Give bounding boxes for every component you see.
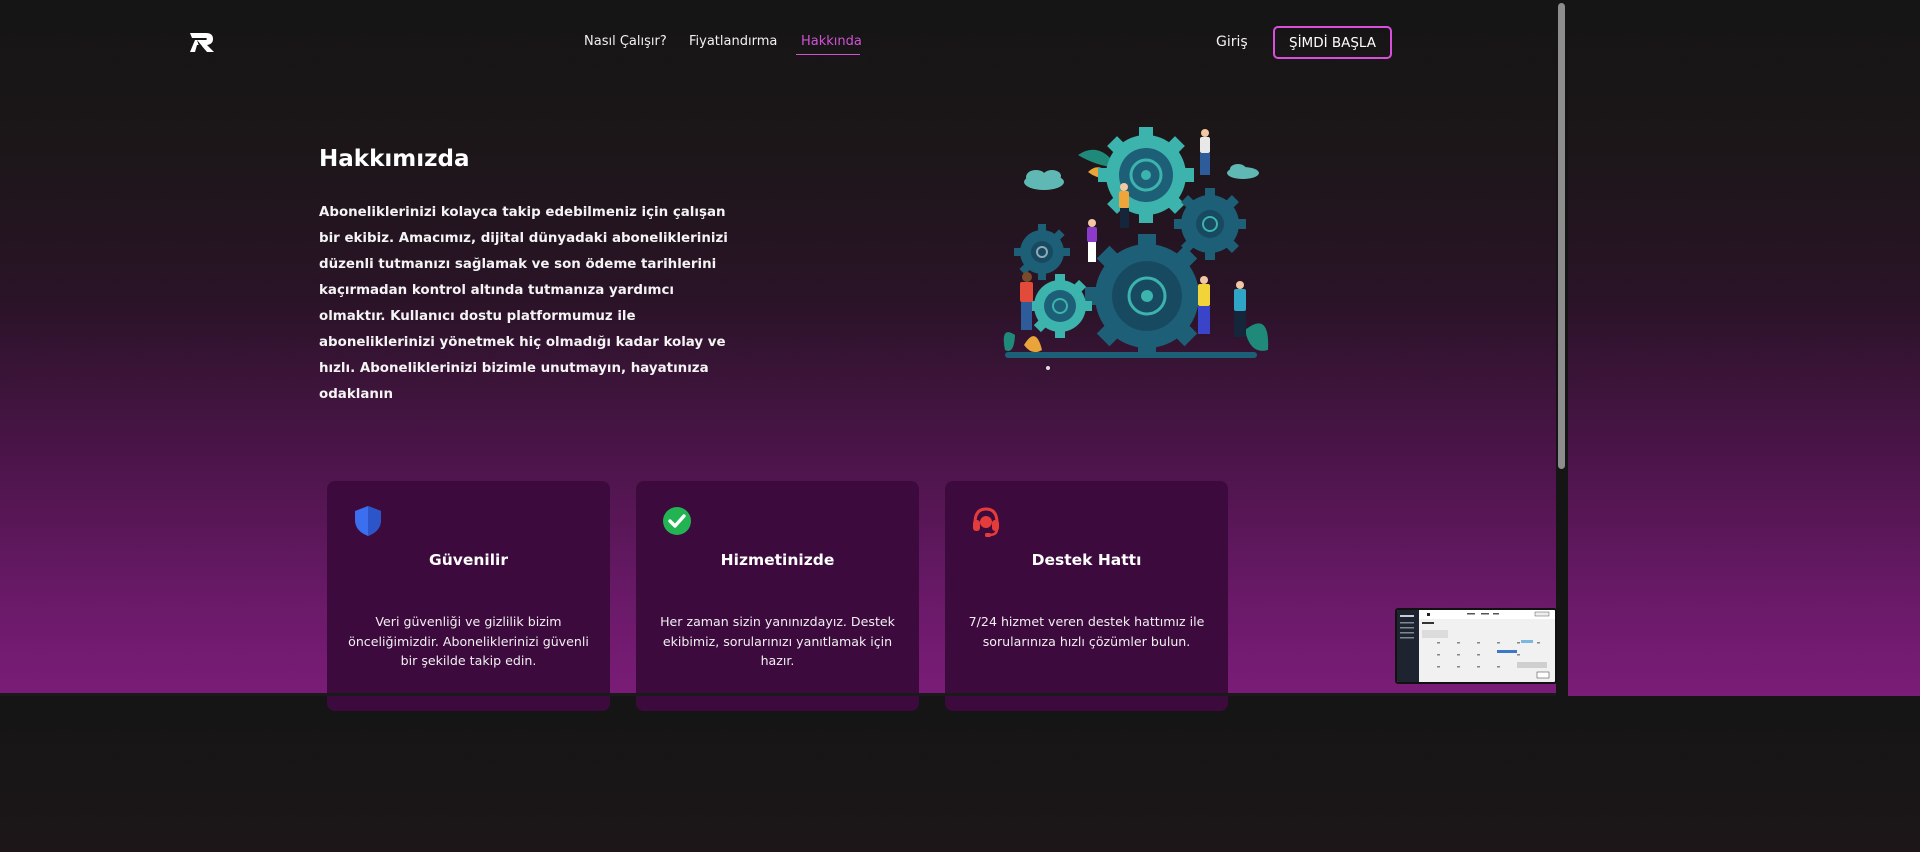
scrollbar-thumb[interactable] xyxy=(1558,3,1565,469)
active-link-underline xyxy=(796,54,860,55)
nav-link-pricing[interactable]: Fiyatlandırma xyxy=(689,34,777,49)
feature-card-service: Hizmetinizde Her zaman sizin yanınızdayı… xyxy=(636,481,919,711)
dashboard-preview-image xyxy=(1397,610,1555,682)
login-link[interactable]: Giriş xyxy=(1216,34,1248,50)
page-bottom-edge xyxy=(0,693,1556,696)
feature-description: 7/24 hizmet veren destek hattımız ile so… xyxy=(968,614,1205,649)
feature-card-reliable: Güvenilir Veri güvenliği ve gizlilik biz… xyxy=(327,481,610,711)
page-title: Hakkımızda xyxy=(319,146,470,172)
check-circle-icon xyxy=(663,507,691,535)
headset-icon xyxy=(973,507,999,537)
feature-title: Güvenilir xyxy=(429,551,508,569)
feature-card-support: Destek Hattı 7/24 hizmet veren destek ha… xyxy=(945,481,1228,711)
top-navbar: Nasıl Çalışır? Fiyatlandırma Hakkında Gi… xyxy=(0,0,1568,86)
about-description: Aboneliklerinizi kolayca takip edebilmen… xyxy=(319,205,728,402)
feature-title: Destek Hattı xyxy=(1031,551,1142,569)
feature-title: Hizmetinizde xyxy=(720,551,835,569)
nav-link-about[interactable]: Hakkında xyxy=(801,34,862,49)
get-started-button[interactable]: ŞİMDİ BAŞLA xyxy=(1273,26,1392,59)
shield-icon xyxy=(355,506,381,536)
team-gears-illustration xyxy=(1003,127,1269,370)
feature-description: Veri güvenliği ve gizlilik bizim önceliğ… xyxy=(348,614,589,668)
feature-description: Her zaman sizin yanınızdayız. Destek eki… xyxy=(660,614,895,668)
nav-link-how-it-works[interactable]: Nasıl Çalışır? xyxy=(584,34,667,49)
r-logo-icon[interactable] xyxy=(188,30,216,54)
screenshot-preview-thumbnail[interactable] xyxy=(1395,608,1557,684)
